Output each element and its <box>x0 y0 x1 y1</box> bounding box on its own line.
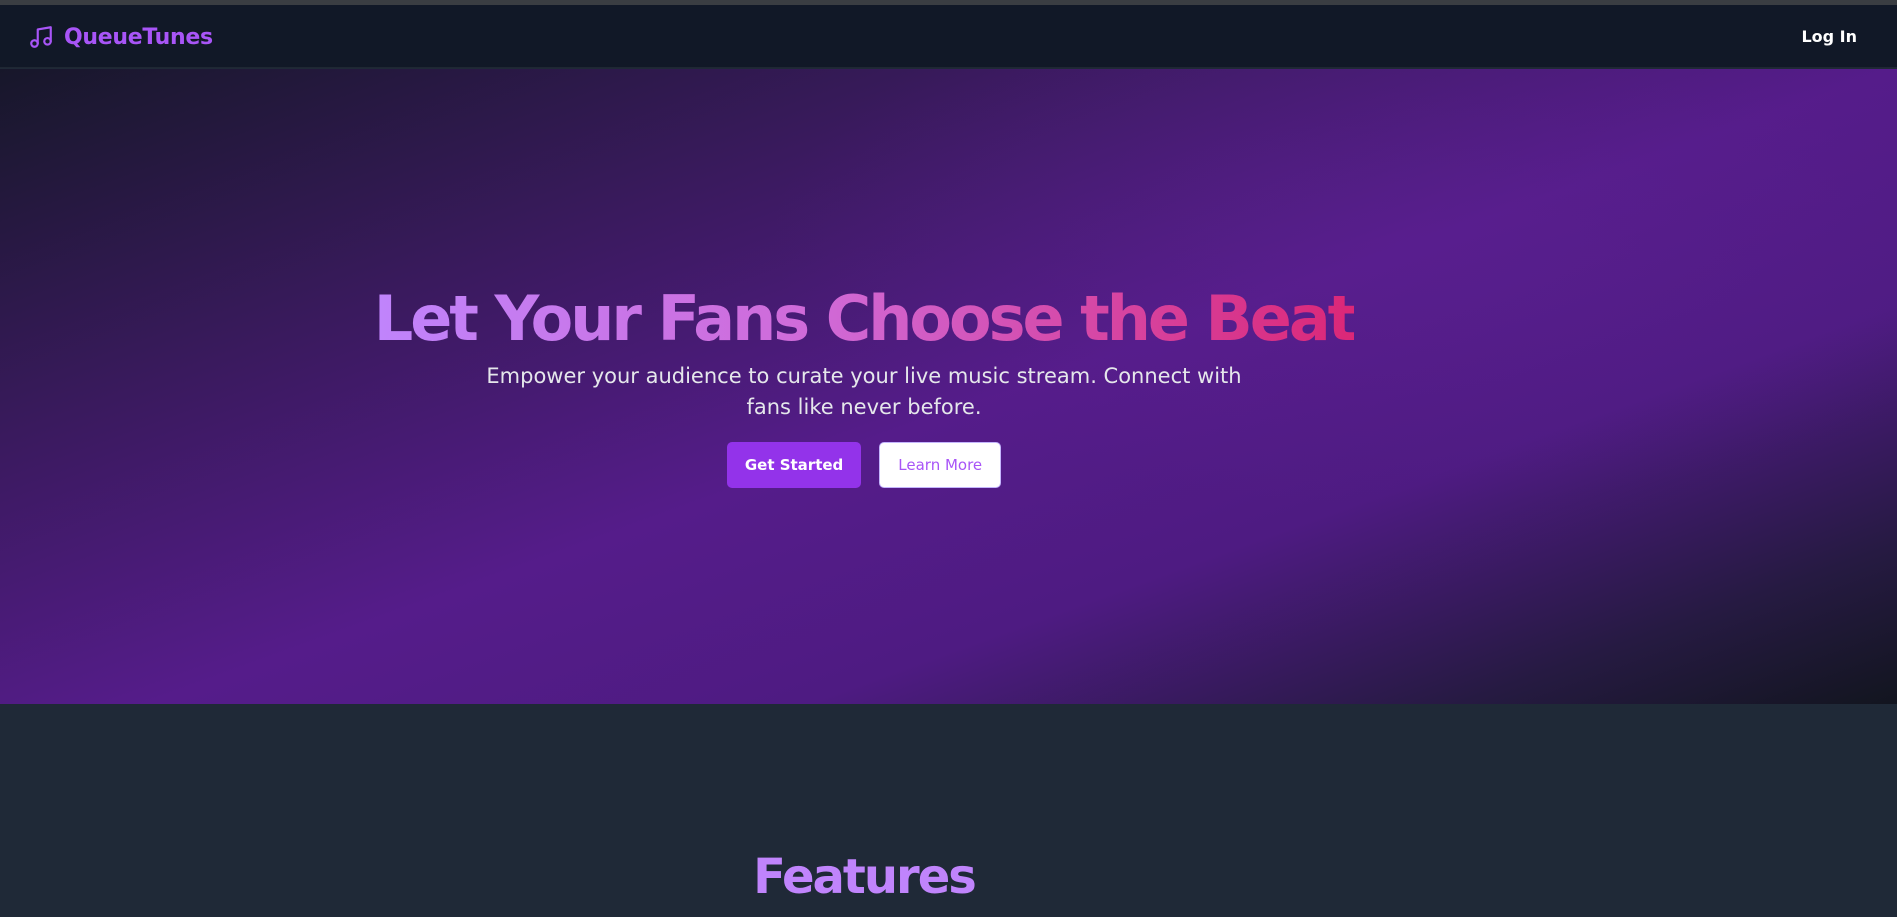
hero-subtitle: Empower your audience to curate your liv… <box>486 363 1242 419</box>
features-title: Features <box>753 849 977 905</box>
login-link[interactable]: Log In <box>1801 27 1857 46</box>
brand-name: QueueTunes <box>64 24 213 50</box>
navbar: QueueTunes Log In <box>0 5 1897 68</box>
learn-more-button[interactable]: Learn More <box>879 441 1002 488</box>
get-started-button[interactable]: Get Started <box>726 441 862 488</box>
hero-button-group: Get Started Learn More <box>726 441 1002 488</box>
brand-logo-link[interactable]: QueueTunes <box>28 22 213 52</box>
features-section: Features <box>0 704 1897 917</box>
hero-content: Let Your Fans Choose the Beat Empower yo… <box>0 69 1728 704</box>
hero-section: Let Your Fans Choose the Beat Empower yo… <box>0 69 1897 704</box>
hero-title: Let Your Fans Choose the Beat <box>373 282 1358 355</box>
music-note-icon <box>30 26 52 48</box>
